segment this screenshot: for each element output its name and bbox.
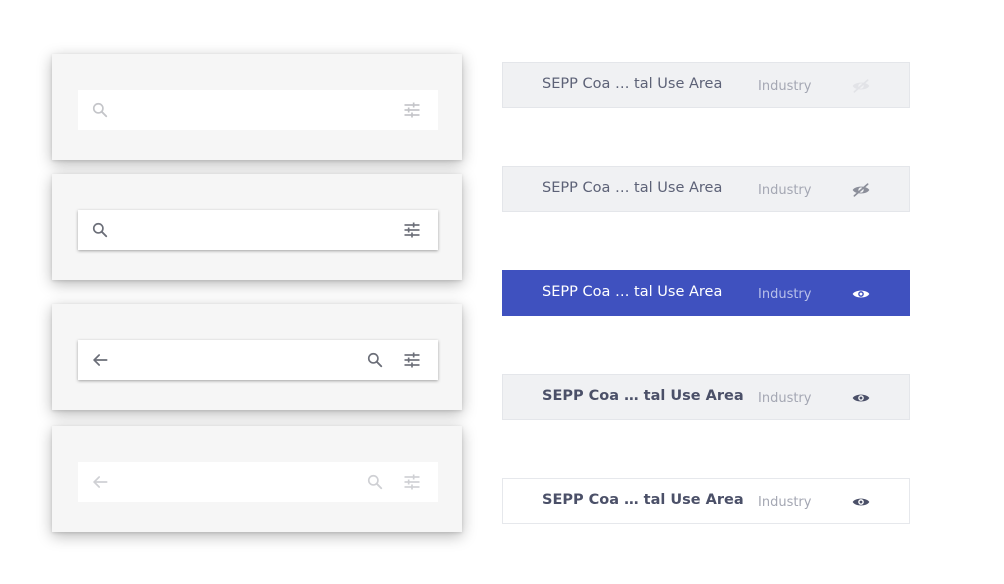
layer-title: SEPP Coa … tal Use Area	[542, 76, 723, 92]
search-card-1	[52, 54, 462, 160]
layer-row[interactable]: SEPP Coa … tal Use Area Industry	[502, 62, 910, 108]
search-card-2	[52, 174, 462, 280]
search-card-3	[52, 304, 462, 410]
arrow-back-icon[interactable]	[90, 350, 110, 370]
layer-category: Industry	[758, 495, 812, 510]
layer-title: SEPP Coa … tal Use Area	[542, 284, 723, 300]
tune-icon[interactable]	[402, 100, 422, 120]
layer-title: SEPP Coa … tal Use Area	[542, 492, 744, 508]
layer-row[interactable]: SEPP Coa … tal Use Area Industry	[502, 478, 910, 524]
search-card-4	[52, 426, 462, 532]
layer-title: SEPP Coa … tal Use Area	[542, 180, 723, 196]
eye-icon[interactable]	[851, 388, 871, 408]
search-icon[interactable]	[90, 220, 110, 240]
layer-row[interactable]: SEPP Coa … tal Use Area Industry	[502, 166, 910, 212]
eye-icon[interactable]	[851, 284, 871, 304]
layer-row-selected[interactable]: SEPP Coa … tal Use Area Industry	[502, 270, 910, 316]
layer-category: Industry	[758, 183, 812, 198]
search-icon	[367, 474, 383, 490]
search-icon[interactable]	[90, 100, 110, 120]
layer-category: Industry	[758, 79, 812, 94]
layer-row[interactable]: SEPP Coa … tal Use Area Industry	[502, 374, 910, 420]
search-icon[interactable]	[365, 350, 385, 370]
search-bar[interactable]	[78, 90, 438, 130]
arrow-back-icon	[93, 476, 108, 488]
eye-off-icon[interactable]	[851, 180, 871, 200]
eye-off-icon[interactable]	[851, 76, 871, 96]
search-bar[interactable]	[78, 210, 438, 250]
tune-icon[interactable]	[402, 220, 422, 240]
layer-category: Industry	[758, 287, 812, 302]
search-bar[interactable]	[78, 340, 438, 380]
eye-icon[interactable]	[851, 492, 871, 512]
search-bar	[78, 462, 438, 502]
tune-icon[interactable]	[402, 350, 422, 370]
layer-category: Industry	[758, 391, 812, 406]
layer-title: SEPP Coa … tal Use Area	[542, 388, 744, 404]
tune-icon	[404, 474, 420, 490]
